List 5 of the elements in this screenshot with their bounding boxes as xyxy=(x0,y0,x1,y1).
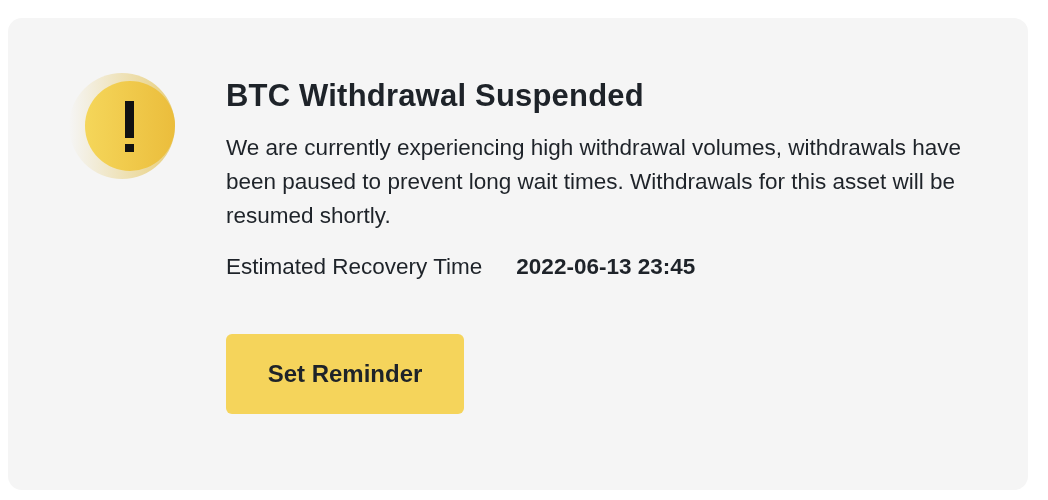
notice-title: BTC Withdrawal Suspended xyxy=(226,77,645,115)
set-reminder-button[interactable]: Set Reminder xyxy=(226,334,464,414)
recovery-label: Estimated Recovery Time xyxy=(226,253,483,281)
notice-message: We are currently experiencing high withdrawal volumes, withdrawals have been paused to prevent long wait times. Withdrawals for this asset will be resumed shortly. xyxy=(226,134,962,230)
recovery-time: 2022-06-13 23:45 xyxy=(516,253,696,281)
